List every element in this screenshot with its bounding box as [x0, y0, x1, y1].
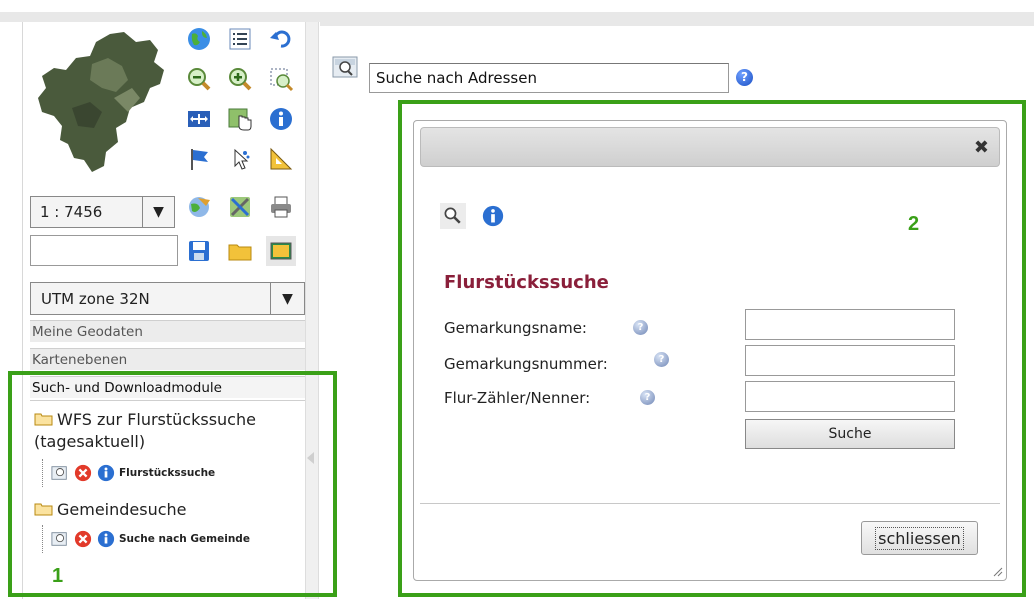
flag-icon[interactable] [184, 144, 214, 174]
chevron-down-icon: ▼ [282, 290, 293, 307]
top-strip [0, 0, 1034, 12]
top-bar [0, 12, 1034, 22]
image-icon[interactable] [266, 236, 296, 266]
marker-label-1: 1 [52, 565, 64, 587]
undo-icon[interactable] [266, 24, 296, 54]
marker-label-2: 2 [908, 213, 920, 235]
globe-icon[interactable] [184, 24, 214, 54]
overview-map[interactable] [32, 28, 172, 178]
zoom-out-icon[interactable] [184, 64, 214, 94]
accordion-label: Kartenebenen [32, 351, 128, 368]
select-arrow-icon[interactable] [225, 144, 255, 174]
folder-icon[interactable] [225, 236, 255, 266]
zoom-extent-icon[interactable] [266, 64, 296, 94]
highlight-box-1 [8, 371, 337, 597]
print-icon[interactable] [266, 192, 296, 222]
globe-alt-icon[interactable] [184, 192, 214, 222]
scale-dropdown-button[interactable]: ▼ [142, 197, 174, 227]
tools-icon[interactable] [225, 192, 255, 222]
scale-value: 1 : 7456 [40, 203, 103, 221]
address-search-icon[interactable] [332, 53, 360, 81]
accordion-label: Meine Geodaten [32, 323, 143, 340]
crs-select[interactable]: UTM zone 32N ▼ [30, 282, 305, 315]
measure-icon[interactable] [266, 144, 296, 174]
scale-select[interactable]: 1 : 7456 ▼ [30, 196, 175, 228]
info-icon[interactable] [266, 104, 296, 134]
highlight-box-2 [398, 100, 1026, 597]
select-hand-icon[interactable] [225, 104, 255, 134]
pan-icon[interactable] [184, 104, 214, 134]
legend-list-icon[interactable] [225, 24, 255, 54]
address-search-value: Suche nach Adressen [376, 69, 537, 87]
accordion-meine-geodaten[interactable]: Meine Geodaten [30, 320, 305, 342]
chevron-down-icon: ▼ [153, 204, 164, 220]
save-icon[interactable] [184, 236, 214, 266]
help-icon[interactable]: ? [736, 68, 753, 86]
address-help-icon[interactable]: ? [736, 66, 753, 86]
coordinate-input[interactable] [30, 235, 178, 266]
crs-value: UTM zone 32N [41, 289, 150, 308]
zoom-in-icon[interactable] [225, 64, 255, 94]
address-search-input[interactable]: Suche nach Adressen [369, 63, 729, 93]
crs-dropdown-button[interactable]: ▼ [270, 283, 304, 314]
accordion-kartenebenen[interactable]: Kartenebenen [30, 348, 305, 370]
